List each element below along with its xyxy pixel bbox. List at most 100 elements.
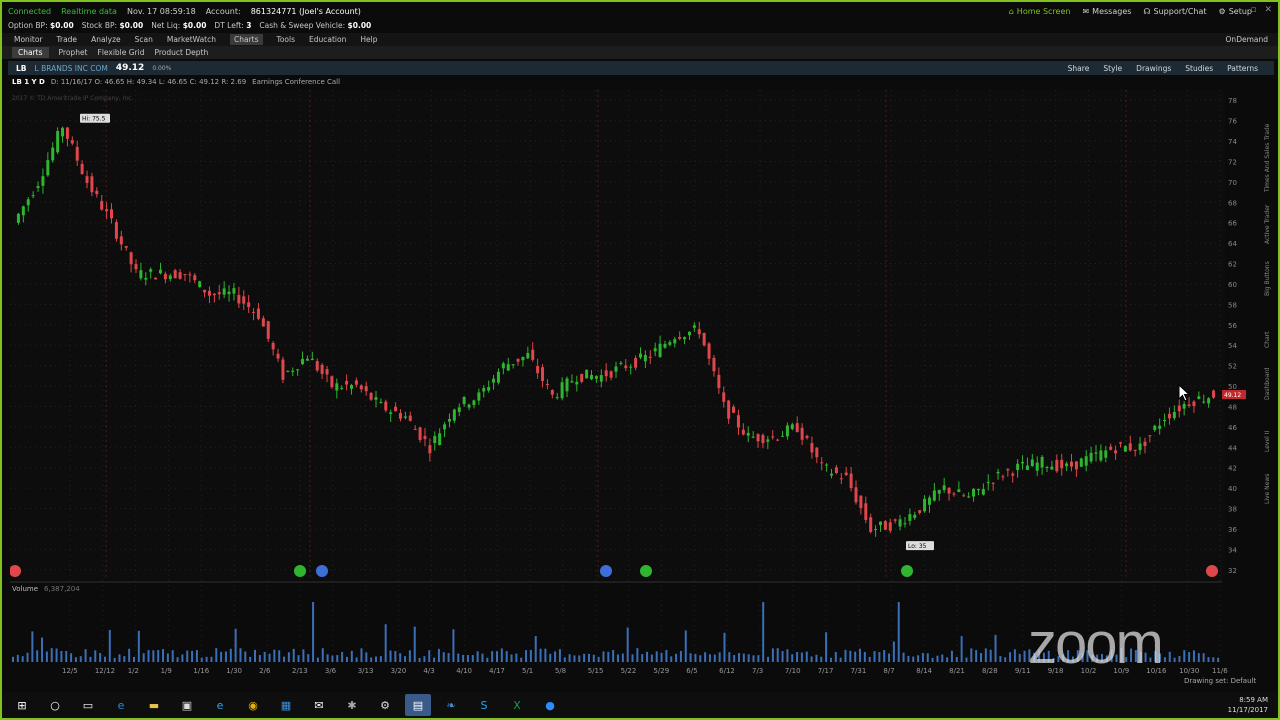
clock[interactable]: 8:59 AM 11/17/2017 [1228, 695, 1278, 715]
candle-body [732, 406, 736, 413]
candle-body [31, 195, 35, 197]
chart-tool-patterns[interactable]: Patterns [1227, 64, 1258, 73]
file-explorer-icon[interactable]: ▬ [141, 694, 167, 716]
side-tab-times-and-sales[interactable]: Times And Sales [1264, 143, 1271, 192]
minimize-icon[interactable]: – [1238, 5, 1243, 15]
volume-bar [176, 657, 179, 662]
menu-item-charts[interactable]: Charts [230, 34, 263, 45]
volume-bar [539, 648, 542, 662]
chrome-icon[interactable]: ◉ [240, 694, 266, 716]
drawing-set[interactable]: Drawing set: Default [1184, 677, 1256, 685]
subtab-prophet[interactable]: Prophet [59, 48, 88, 57]
volume-bar [786, 649, 789, 662]
messages-button[interactable]: ✉ Messages [1082, 7, 1131, 16]
skype-icon[interactable]: S [471, 694, 497, 716]
volume-bar [360, 648, 363, 662]
menu-item-help[interactable]: Help [360, 35, 377, 44]
app-icon-gear[interactable]: ⚙ [372, 694, 398, 716]
menu-item-tools[interactable]: Tools [277, 35, 295, 44]
volume-bar [834, 651, 837, 662]
volume-bar [621, 653, 624, 662]
volume-bar [389, 650, 392, 662]
excel-icon[interactable]: X [504, 694, 530, 716]
candle-body [296, 369, 300, 371]
close-icon[interactable]: ✕ [1264, 5, 1272, 15]
candle-body [648, 356, 652, 358]
chart-tool-studies[interactable]: Studies [1185, 64, 1213, 73]
candle-body [1153, 425, 1157, 431]
x-tick-label: 6/5 [686, 667, 697, 675]
chart-period[interactable]: LB 1 Y D [12, 78, 45, 86]
volume-bar [931, 657, 934, 662]
maximize-icon[interactable]: ▫ [1250, 5, 1256, 15]
internet-explorer-icon[interactable]: e [207, 694, 233, 716]
menu-item-marketwatch[interactable]: MarketWatch [167, 35, 216, 44]
subtab-flexible-grid[interactable]: Flexible Grid [98, 48, 145, 57]
account-stat-label: Stock BP: [81, 21, 120, 30]
side-tab-big-buttons[interactable]: Big Buttons [1264, 261, 1271, 296]
chart-tool-share[interactable]: Share [1068, 64, 1090, 73]
account-selector[interactable]: 861324771 (Joel's Account) [251, 7, 361, 16]
zoom-icon[interactable]: ● [537, 694, 563, 716]
candle-body [119, 236, 123, 245]
volume-bar [578, 655, 581, 662]
menu-item-trade[interactable]: Trade [57, 35, 78, 44]
edge-icon[interactable]: e [108, 694, 134, 716]
side-tab-level-ii[interactable]: Level II [1264, 431, 1271, 452]
volume-bar [592, 654, 595, 662]
candle-body [203, 289, 207, 293]
menu-item-education[interactable]: Education [309, 35, 346, 44]
menu-item-monitor[interactable]: Monitor [14, 35, 43, 44]
subtab-product-depth[interactable]: Product Depth [155, 48, 209, 57]
chart-tool-style[interactable]: Style [1103, 64, 1122, 73]
symbol-input[interactable]: LB [16, 64, 27, 73]
thinkorswim-icon[interactable]: ▤ [405, 694, 431, 716]
menu-item-scan[interactable]: Scan [135, 35, 153, 44]
candle-body [1050, 466, 1054, 470]
windows-start-icon[interactable]: ⊞ [9, 694, 35, 716]
side-tab-trade[interactable]: Trade [1264, 124, 1271, 140]
ondemand-button[interactable]: OnDemand [1226, 35, 1278, 44]
candle-body [996, 471, 1000, 474]
volume-bar [60, 650, 63, 662]
candle-body [403, 416, 407, 418]
candle-body [849, 473, 853, 489]
volume-bar [1188, 652, 1191, 662]
candle-body [134, 264, 138, 270]
candle-body [1025, 465, 1029, 470]
candle-body [443, 424, 447, 430]
candle-body [173, 270, 177, 279]
volume-bar [437, 648, 440, 662]
candle-body [1158, 425, 1162, 429]
chart-tool-drawings[interactable]: Drawings [1136, 64, 1171, 73]
mouse-cursor-icon [1178, 384, 1191, 402]
support-chat-button[interactable]: ☊ Support/Chat [1143, 7, 1206, 16]
side-tab-chart[interactable]: Chart [1264, 332, 1271, 349]
app-icon-settings[interactable]: ✱ [339, 694, 365, 716]
volume-bar [989, 649, 992, 662]
price-chart[interactable]: 32 34 36 38 40 42 44 46 48 50 52 54 56 58 60 62 64 66 68 70… [10, 90, 1252, 680]
home-screen-button[interactable]: ⌂ Home Screen [1009, 7, 1071, 16]
candle-body [516, 358, 520, 362]
volume-bar [510, 654, 513, 662]
task-view-icon[interactable]: ▭ [75, 694, 101, 716]
app-icon-blue[interactable]: ▦ [273, 694, 299, 716]
side-tab-live-news[interactable]: Live News [1264, 474, 1271, 504]
side-tab-dashboard[interactable]: Dashboard [1264, 367, 1271, 400]
candle-body [467, 404, 471, 408]
candle-body [1035, 462, 1039, 471]
search-icon[interactable]: ○ [42, 694, 68, 716]
candle-body [364, 386, 368, 392]
volume-bar [520, 657, 523, 662]
mail-app-icon[interactable]: ✉ [306, 694, 332, 716]
volume-bar [404, 656, 407, 662]
subtab-charts[interactable]: Charts [12, 47, 49, 58]
menu-item-analyze[interactable]: Analyze [91, 35, 121, 44]
event-icon [1206, 565, 1218, 577]
volume-bar [181, 654, 184, 662]
volume-bar [1013, 649, 1016, 662]
app-icon-feather[interactable]: ❧ [438, 694, 464, 716]
store-icon[interactable]: ▣ [174, 694, 200, 716]
side-tab-active-trader[interactable]: Active Trader [1264, 205, 1271, 244]
candle-body [643, 354, 647, 362]
